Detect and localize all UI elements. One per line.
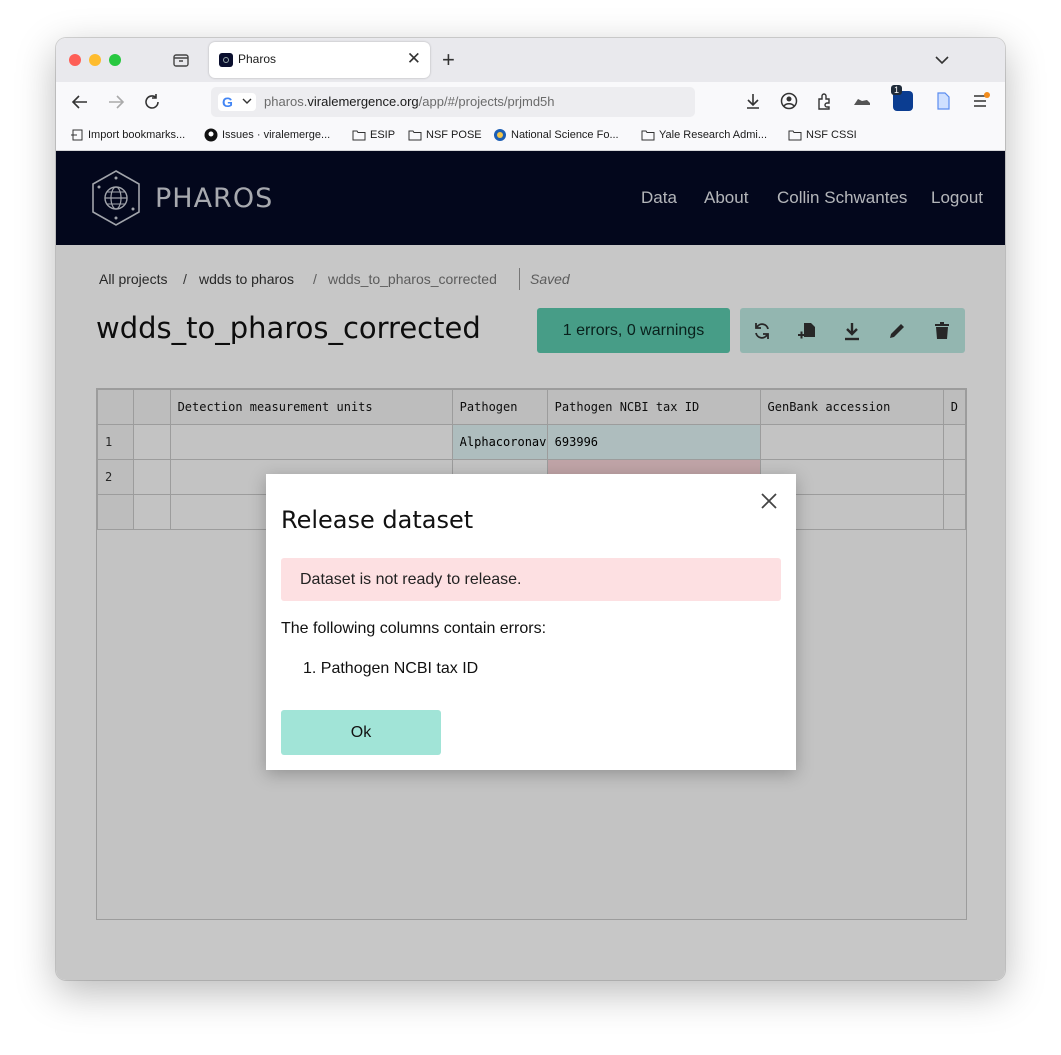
error-column-item: 1. Pathogen NCBI tax ID bbox=[303, 660, 479, 677]
url-text: pharos.viralemergence.org/app/#/projects… bbox=[264, 94, 555, 109]
modal-body-text: The following columns contain errors: bbox=[281, 620, 547, 637]
extension-badge: 1 bbox=[891, 85, 903, 95]
minimize-window-button[interactable] bbox=[89, 54, 101, 66]
close-window-button[interactable] bbox=[69, 54, 81, 66]
google-icon: G bbox=[222, 94, 233, 110]
browser-window: Pharos ✕ + G pharos.viralemergence.org/a… bbox=[56, 38, 1005, 980]
bookmark-yale[interactable]: Yale Research Admi... bbox=[641, 128, 767, 142]
bookmark-esip[interactable]: ESIP bbox=[352, 128, 395, 142]
import-icon bbox=[71, 129, 83, 141]
folder-icon bbox=[352, 130, 366, 141]
downloads-icon[interactable] bbox=[743, 91, 763, 111]
close-icon[interactable] bbox=[759, 491, 779, 511]
browser-tab[interactable]: Pharos ✕ bbox=[209, 42, 430, 78]
shoe-extension-icon[interactable] bbox=[852, 91, 872, 111]
chevron-down-icon bbox=[242, 98, 252, 104]
bitwarden-icon[interactable]: 1 bbox=[891, 85, 913, 111]
bookmark-import[interactable]: Import bookmarks... bbox=[70, 128, 185, 142]
github-icon bbox=[204, 128, 218, 142]
pharos-favicon-icon bbox=[219, 53, 233, 67]
bookmark-issues[interactable]: Issues · viralemerge... bbox=[204, 128, 330, 142]
folder-icon bbox=[408, 130, 422, 141]
page-content: PHAROS Data About Collin Schwantes Logou… bbox=[56, 151, 1005, 980]
alert-text: Dataset is not ready to release. bbox=[300, 571, 522, 588]
close-tab-icon[interactable]: ✕ bbox=[407, 49, 421, 69]
bookmarks-bar: Import bookmarks... Issues · viralemerge… bbox=[56, 122, 1005, 151]
back-icon[interactable] bbox=[70, 92, 90, 112]
error-alert: Dataset is not ready to release. bbox=[281, 558, 781, 601]
tab-list-icon[interactable] bbox=[172, 51, 190, 69]
tab-bar: Pharos ✕ + bbox=[56, 38, 1005, 82]
navigation-bar: G pharos.viralemergence.org/app/#/projec… bbox=[56, 82, 1005, 122]
document-icon[interactable] bbox=[933, 91, 953, 111]
new-tab-icon[interactable]: + bbox=[442, 47, 455, 73]
extensions-icon[interactable] bbox=[815, 91, 835, 111]
folder-icon bbox=[641, 130, 655, 141]
chevron-down-icon[interactable] bbox=[934, 52, 950, 68]
tab-title: Pharos bbox=[238, 52, 277, 66]
maximize-window-button[interactable] bbox=[109, 54, 121, 66]
ok-button[interactable]: Ok bbox=[281, 710, 441, 755]
nsf-icon bbox=[494, 129, 506, 141]
folder-icon bbox=[788, 130, 802, 141]
reload-icon[interactable] bbox=[142, 92, 162, 112]
menu-icon[interactable] bbox=[971, 91, 991, 111]
account-icon[interactable] bbox=[779, 91, 799, 111]
modal-title: Release dataset bbox=[281, 506, 474, 534]
bookmark-nsf-pose[interactable]: NSF POSE bbox=[408, 128, 482, 142]
bookmark-nsf-cssi[interactable]: NSF CSSI bbox=[788, 128, 857, 142]
release-dataset-modal: Release dataset Dataset is not ready to … bbox=[266, 474, 796, 770]
address-bar[interactable]: G pharos.viralemergence.org/app/#/projec… bbox=[211, 87, 695, 117]
forward-icon[interactable] bbox=[106, 92, 126, 112]
search-engine-selector[interactable]: G bbox=[218, 93, 256, 111]
bookmark-nsf[interactable]: National Science Fo... bbox=[493, 128, 619, 142]
